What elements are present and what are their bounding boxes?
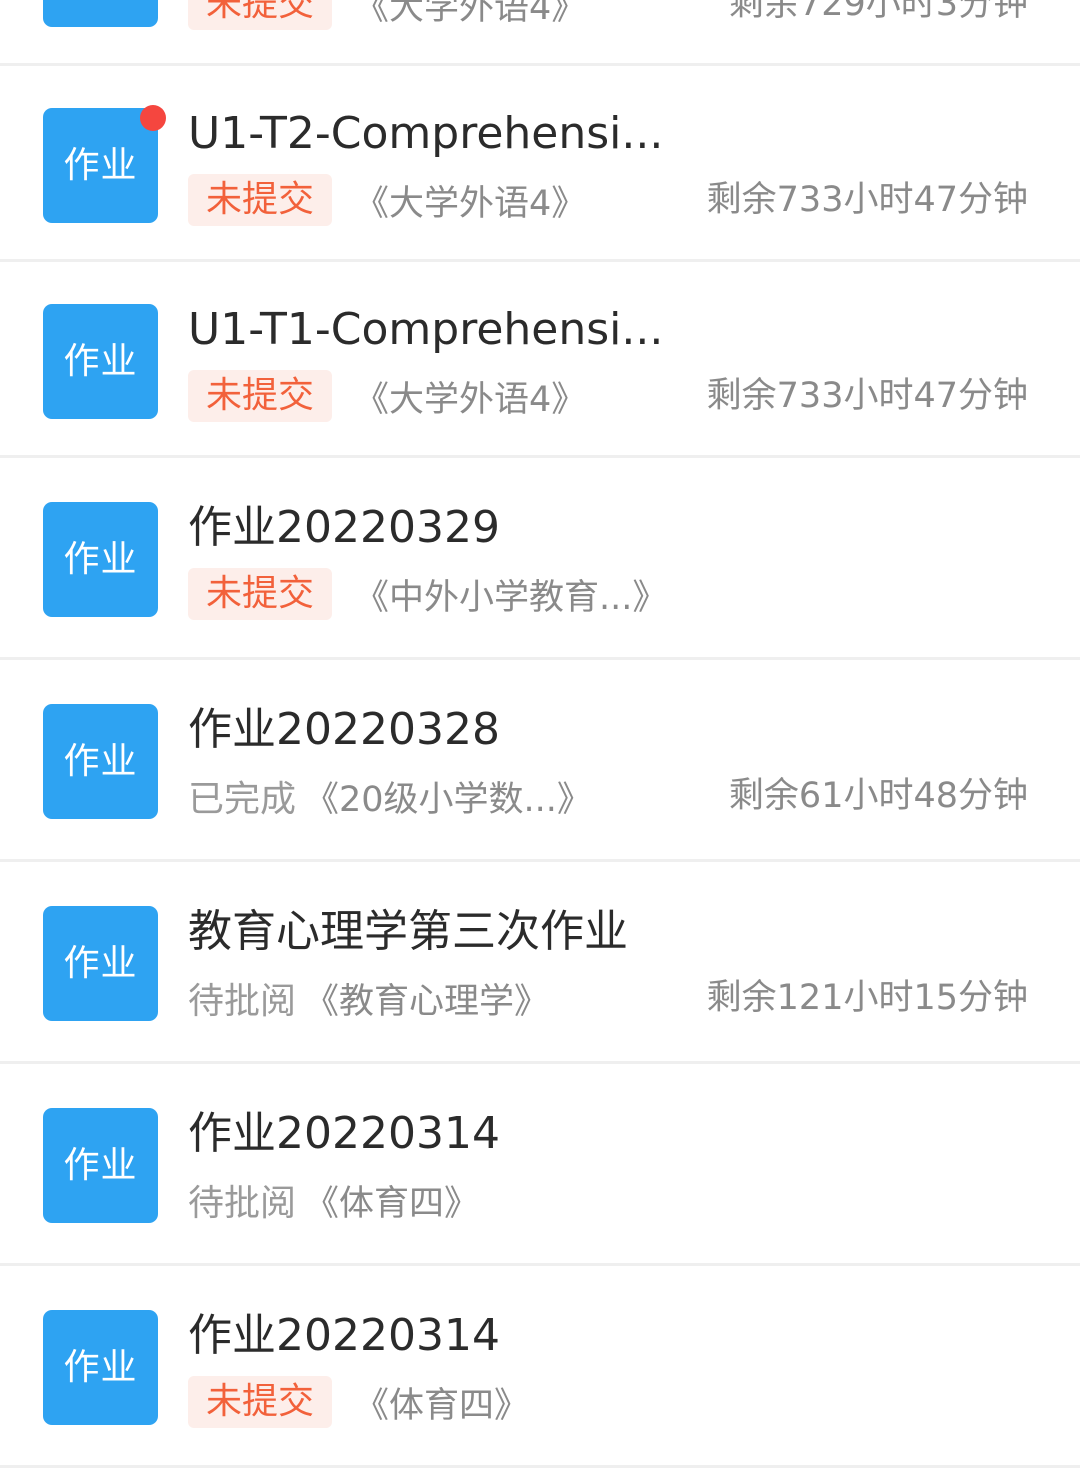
status-badge: 未提交 [188,174,333,226]
homework-icon: 作业 [43,1310,158,1425]
homework-list-item[interactable]: 作业 作业20220328 已完成 《20级小学数...》 剩余61小时48分钟 [0,660,1080,862]
homework-title: 作业20220314 [188,1310,500,1361]
item-meta: 未提交 《大学外语4》 [188,370,586,422]
homework-icon-wrap: 作业 [43,0,158,27]
homework-list-item[interactable]: 作业 U1-T1-Comprehensi... 未提交 《大学外语4》 剩余73… [0,262,1080,458]
status-badge: 未提交 [188,568,333,620]
item-meta: 未提交 《体育四》 [188,1376,529,1428]
item-meta: 未提交 《大学外语4》 [188,174,586,226]
course-name: 《大学外语4》 [354,0,587,28]
homework-icon: 作业 [43,1108,158,1223]
homework-list-item[interactable]: 作业 作业20220329 未提交 《中外小学教育...》 [0,458,1080,660]
course-name: 《体育四》 [304,1183,480,1224]
status-badge: 未提交 [188,370,333,422]
homework-icon: 作业 [43,108,158,223]
course-name: 《中外小学教育...》 [354,577,668,618]
homework-icon-wrap: 作业 [43,704,158,819]
item-meta: 待批阅 《体育四》 [188,1174,479,1226]
item-meta: 待批阅 《教育心理学》 [188,972,549,1024]
course-name: 《体育四》 [354,1385,530,1426]
homework-title: 作业20220314 [188,1108,500,1159]
homework-icon: 作业 [43,906,158,1021]
unread-dot-icon [140,105,166,131]
status-text: 待批阅 [188,981,297,1022]
homework-icon: 作业 [43,502,158,617]
homework-icon-wrap: 作业 [43,1310,158,1425]
homework-icon-wrap: 作业 [43,304,158,419]
time-remaining: 剩余733小时47分钟 [706,180,1028,220]
item-meta: 未提交 《中外小学教育...》 [188,568,667,620]
course-name: 《20级小学数...》 [304,779,592,820]
homework-icon-wrap: 作业 [43,1108,158,1223]
homework-title: U1-T1-Comprehensi... [188,304,664,355]
course-name: 《大学外语4》 [354,379,587,420]
course-name: 《大学外语4》 [354,183,587,224]
time-remaining: 剩余61小时48分钟 [728,776,1028,816]
homework-icon-wrap: 作业 [43,105,166,223]
time-remaining: 剩余733小时47分钟 [706,376,1028,416]
homework-icon: 作业 [43,304,158,419]
homework-icon-wrap: 作业 [43,906,158,1021]
status-text: 待批阅 [188,1183,297,1224]
homework-list-item[interactable]: 作业 作业20220314 待批阅 《体育四》 [0,1064,1080,1266]
homework-title: 教育心理学第三次作业 [188,906,628,957]
homework-icon: 作业 [43,704,158,819]
homework-list: 作业 未提交 《大学外语4》 剩余729小时3分钟 作业 U1-T2-Compr… [0,0,1080,1468]
course-name: 《教育心理学》 [304,981,550,1022]
item-meta: 已完成 《20级小学数...》 [188,770,592,822]
homework-icon-wrap: 作业 [43,502,158,617]
item-meta: 未提交 《大学外语4》 [188,0,586,30]
homework-title: U1-T2-Comprehensi... [188,108,664,159]
homework-list-item[interactable]: 作业 教育心理学第三次作业 待批阅 《教育心理学》 剩余121小时15分钟 [0,862,1080,1064]
time-remaining: 剩余729小时3分钟 [728,0,1028,24]
homework-list-item[interactable]: 作业 未提交 《大学外语4》 剩余729小时3分钟 [0,0,1080,66]
homework-list-item[interactable]: 作业 U1-T2-Comprehensi... 未提交 《大学外语4》 剩余73… [0,66,1080,262]
status-badge: 未提交 [188,1376,333,1428]
homework-list-item[interactable]: 作业 作业20220314 未提交 《体育四》 [0,1266,1080,1468]
homework-icon: 作业 [43,0,158,27]
status-text: 已完成 [188,779,297,820]
status-badge: 未提交 [188,0,333,30]
time-remaining: 剩余121小时15分钟 [706,978,1028,1018]
homework-title: 作业20220329 [188,502,500,553]
homework-title: 作业20220328 [188,704,500,755]
